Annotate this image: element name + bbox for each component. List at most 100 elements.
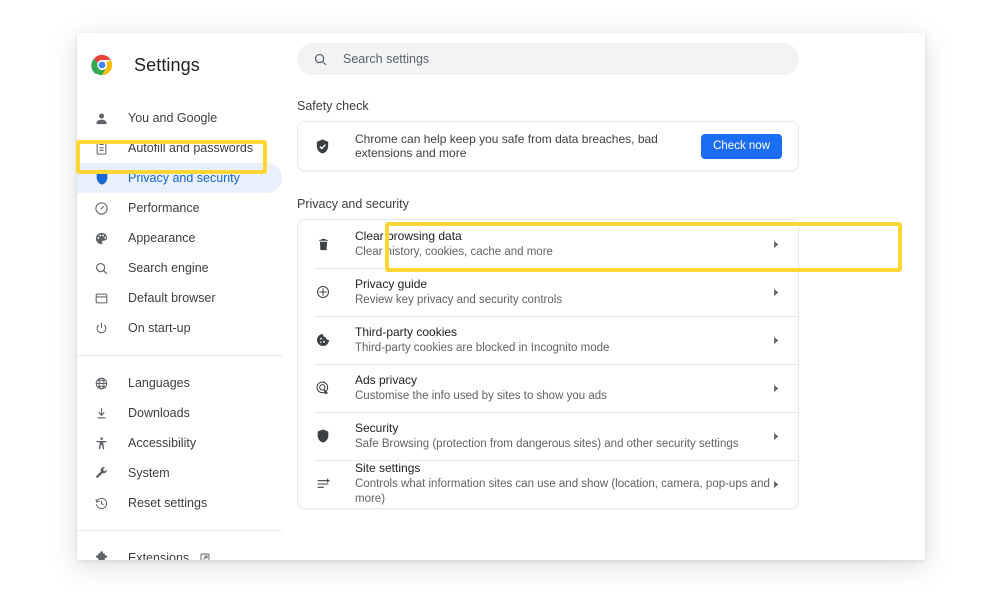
setting-row-site-settings[interactable]: Site settings Controls what information … (298, 460, 798, 508)
sidebar-item-label: Privacy and security (128, 171, 240, 185)
sidebar-item-extensions[interactable]: Extensions (77, 543, 282, 560)
clipboard-icon (93, 140, 110, 157)
sidebar-item-label: Accessibility (128, 436, 197, 450)
settings-sidebar: Settings You and Google Autofill and pas… (77, 33, 282, 560)
power-icon (93, 320, 110, 337)
setting-row-subtitle: Controls what information sites can use … (355, 478, 770, 505)
search-input[interactable] (343, 52, 723, 66)
setting-row-texts: Ads privacy Customise the info used by s… (355, 373, 770, 404)
trash-icon (314, 237, 332, 252)
sidebar-item-downloads[interactable]: Downloads (77, 398, 282, 428)
setting-row-texts: Clear browsing data Clear history, cooki… (355, 229, 770, 260)
sidebar-item-label: Languages (128, 376, 190, 390)
safety-check-section-title: Safety check (297, 99, 369, 113)
setting-row-title: Clear browsing data (355, 228, 462, 243)
sidebar-item-appearance[interactable]: Appearance (77, 223, 282, 253)
sidebar-nav-group-1: You and Google Autofill and passwords Pr… (77, 103, 282, 343)
settings-title: Settings (134, 54, 200, 75)
sidebar-item-label: Extensions (128, 551, 190, 560)
history-restore-icon (93, 495, 110, 512)
browser-window-icon (93, 290, 110, 307)
sidebar-item-reset-settings[interactable]: Reset settings (77, 488, 282, 518)
setting-row-third-party-cookies[interactable]: Third-party cookies Third-party cookies … (298, 316, 798, 364)
speedometer-icon (93, 200, 110, 217)
shield-check-icon (314, 138, 332, 155)
setting-row-texts: Third-party cookies Third-party cookies … (355, 325, 770, 356)
safety-check-message: Chrome can help keep you safe from data … (355, 132, 658, 160)
setting-row-title: Site settings (355, 461, 421, 475)
chrome-settings-window: Settings You and Google Autofill and pas… (77, 33, 925, 560)
privacy-guide-icon (314, 284, 332, 300)
safety-check-card: Chrome can help keep you safe from data … (297, 121, 799, 171)
globe-icon (93, 375, 110, 392)
settings-brand: Settings (77, 41, 282, 89)
sidebar-nav-group-2: Languages Downloads Accessibility System… (77, 368, 282, 518)
shield-icon (93, 170, 110, 187)
setting-row-subtitle: Customise the info used by sites to show… (355, 389, 607, 402)
shield-icon (314, 428, 332, 444)
setting-row-privacy-guide[interactable]: Privacy guide Review key privacy and sec… (298, 268, 798, 316)
palette-icon (93, 230, 110, 247)
sidebar-item-label: System (128, 466, 170, 480)
download-icon (93, 405, 110, 422)
settings-main-content: Safety check Chrome can help keep you sa… (282, 33, 925, 560)
screenshot-canvas: Settings You and Google Autofill and pas… (0, 0, 1000, 600)
setting-row-ads-privacy[interactable]: Ads privacy Customise the info used by s… (298, 364, 798, 412)
chevron-right-icon (770, 383, 782, 394)
sidebar-item-label: You and Google (128, 111, 218, 125)
ads-privacy-icon (314, 380, 332, 396)
sidebar-item-label: Search engine (128, 261, 209, 275)
sidebar-item-privacy-and-security[interactable]: Privacy and security (77, 163, 282, 193)
accessibility-icon (93, 435, 110, 452)
sidebar-item-on-start-up[interactable]: On start-up (77, 313, 282, 343)
sidebar-item-label: On start-up (128, 321, 191, 335)
sidebar-item-you-and-google[interactable]: You and Google (77, 103, 282, 133)
sidebar-divider-1 (77, 355, 282, 356)
search-icon (313, 52, 328, 67)
setting-row-subtitle: Clear history, cookies, cache and more (355, 245, 553, 258)
setting-row-clear-browsing-data[interactable]: Clear browsing data Clear history, cooki… (298, 220, 798, 268)
setting-row-security[interactable]: Security Safe Browsing (protection from … (298, 412, 798, 460)
puzzle-piece-icon (93, 550, 110, 560)
sidebar-item-autofill-and-passwords[interactable]: Autofill and passwords (77, 133, 282, 163)
setting-row-texts: Privacy guide Review key privacy and sec… (355, 277, 770, 308)
sidebar-divider-2 (77, 530, 282, 531)
privacy-settings-card: Clear browsing data Clear history, cooki… (297, 219, 799, 509)
chevron-right-icon (770, 287, 782, 298)
sliders-icon (314, 476, 332, 492)
sidebar-item-default-browser[interactable]: Default browser (77, 283, 282, 313)
sidebar-nav-group-3: Extensions About Chrome (77, 543, 282, 560)
person-icon (93, 110, 110, 127)
sidebar-item-label: Performance (128, 201, 200, 215)
cookie-icon (314, 332, 332, 348)
chevron-right-icon (770, 239, 782, 250)
search-icon (93, 260, 110, 277)
sidebar-item-label: Reset settings (128, 496, 208, 510)
sidebar-item-performance[interactable]: Performance (77, 193, 282, 223)
setting-row-title: Privacy guide (355, 276, 428, 291)
chevron-right-icon (770, 335, 782, 346)
setting-row-texts: Security Safe Browsing (protection from … (355, 421, 770, 452)
open-in-new-icon (199, 552, 211, 560)
chevron-right-icon (770, 431, 782, 442)
sidebar-item-accessibility[interactable]: Accessibility (77, 428, 282, 458)
setting-row-title: Ads privacy (355, 372, 418, 387)
wrench-icon (93, 465, 110, 482)
setting-row-title: Third-party cookies (355, 324, 458, 339)
chrome-logo-icon (91, 54, 113, 76)
sidebar-item-label: Appearance (128, 231, 196, 245)
sidebar-item-system[interactable]: System (77, 458, 282, 488)
sidebar-item-label: Autofill and passwords (128, 141, 254, 155)
check-now-button[interactable]: Check now (701, 133, 782, 159)
search-settings-bar[interactable] (297, 43, 799, 75)
setting-row-subtitle: Third-party cookies are blocked in Incog… (355, 341, 610, 354)
chevron-right-icon (770, 479, 782, 490)
sidebar-item-search-engine[interactable]: Search engine (77, 253, 282, 283)
setting-row-subtitle: Review key privacy and security controls (355, 293, 563, 306)
setting-row-texts: Site settings Controls what information … (355, 461, 770, 507)
privacy-and-security-section-title: Privacy and security (297, 197, 409, 211)
sidebar-item-languages[interactable]: Languages (77, 368, 282, 398)
sidebar-item-label: Downloads (128, 406, 190, 420)
setting-row-subtitle: Safe Browsing (protection from dangerous… (355, 437, 739, 450)
setting-row-title: Security (355, 420, 399, 435)
